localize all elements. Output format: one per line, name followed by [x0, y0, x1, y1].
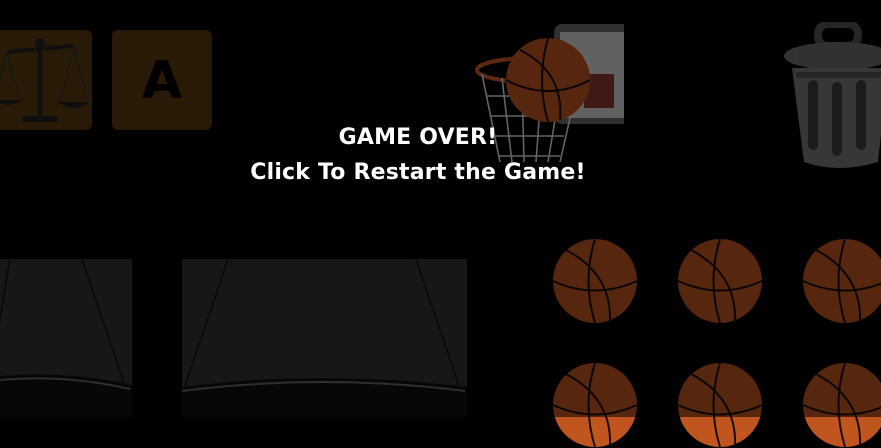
game-over-title: GAME OVER! [338, 125, 498, 150]
game-over-dim-overlay[interactable] [0, 0, 881, 417]
restart-prompt[interactable]: Click To Restart the Game! [0, 155, 836, 190]
game-over-message[interactable]: GAME OVER! Click To Restart the Game! [0, 120, 836, 190]
